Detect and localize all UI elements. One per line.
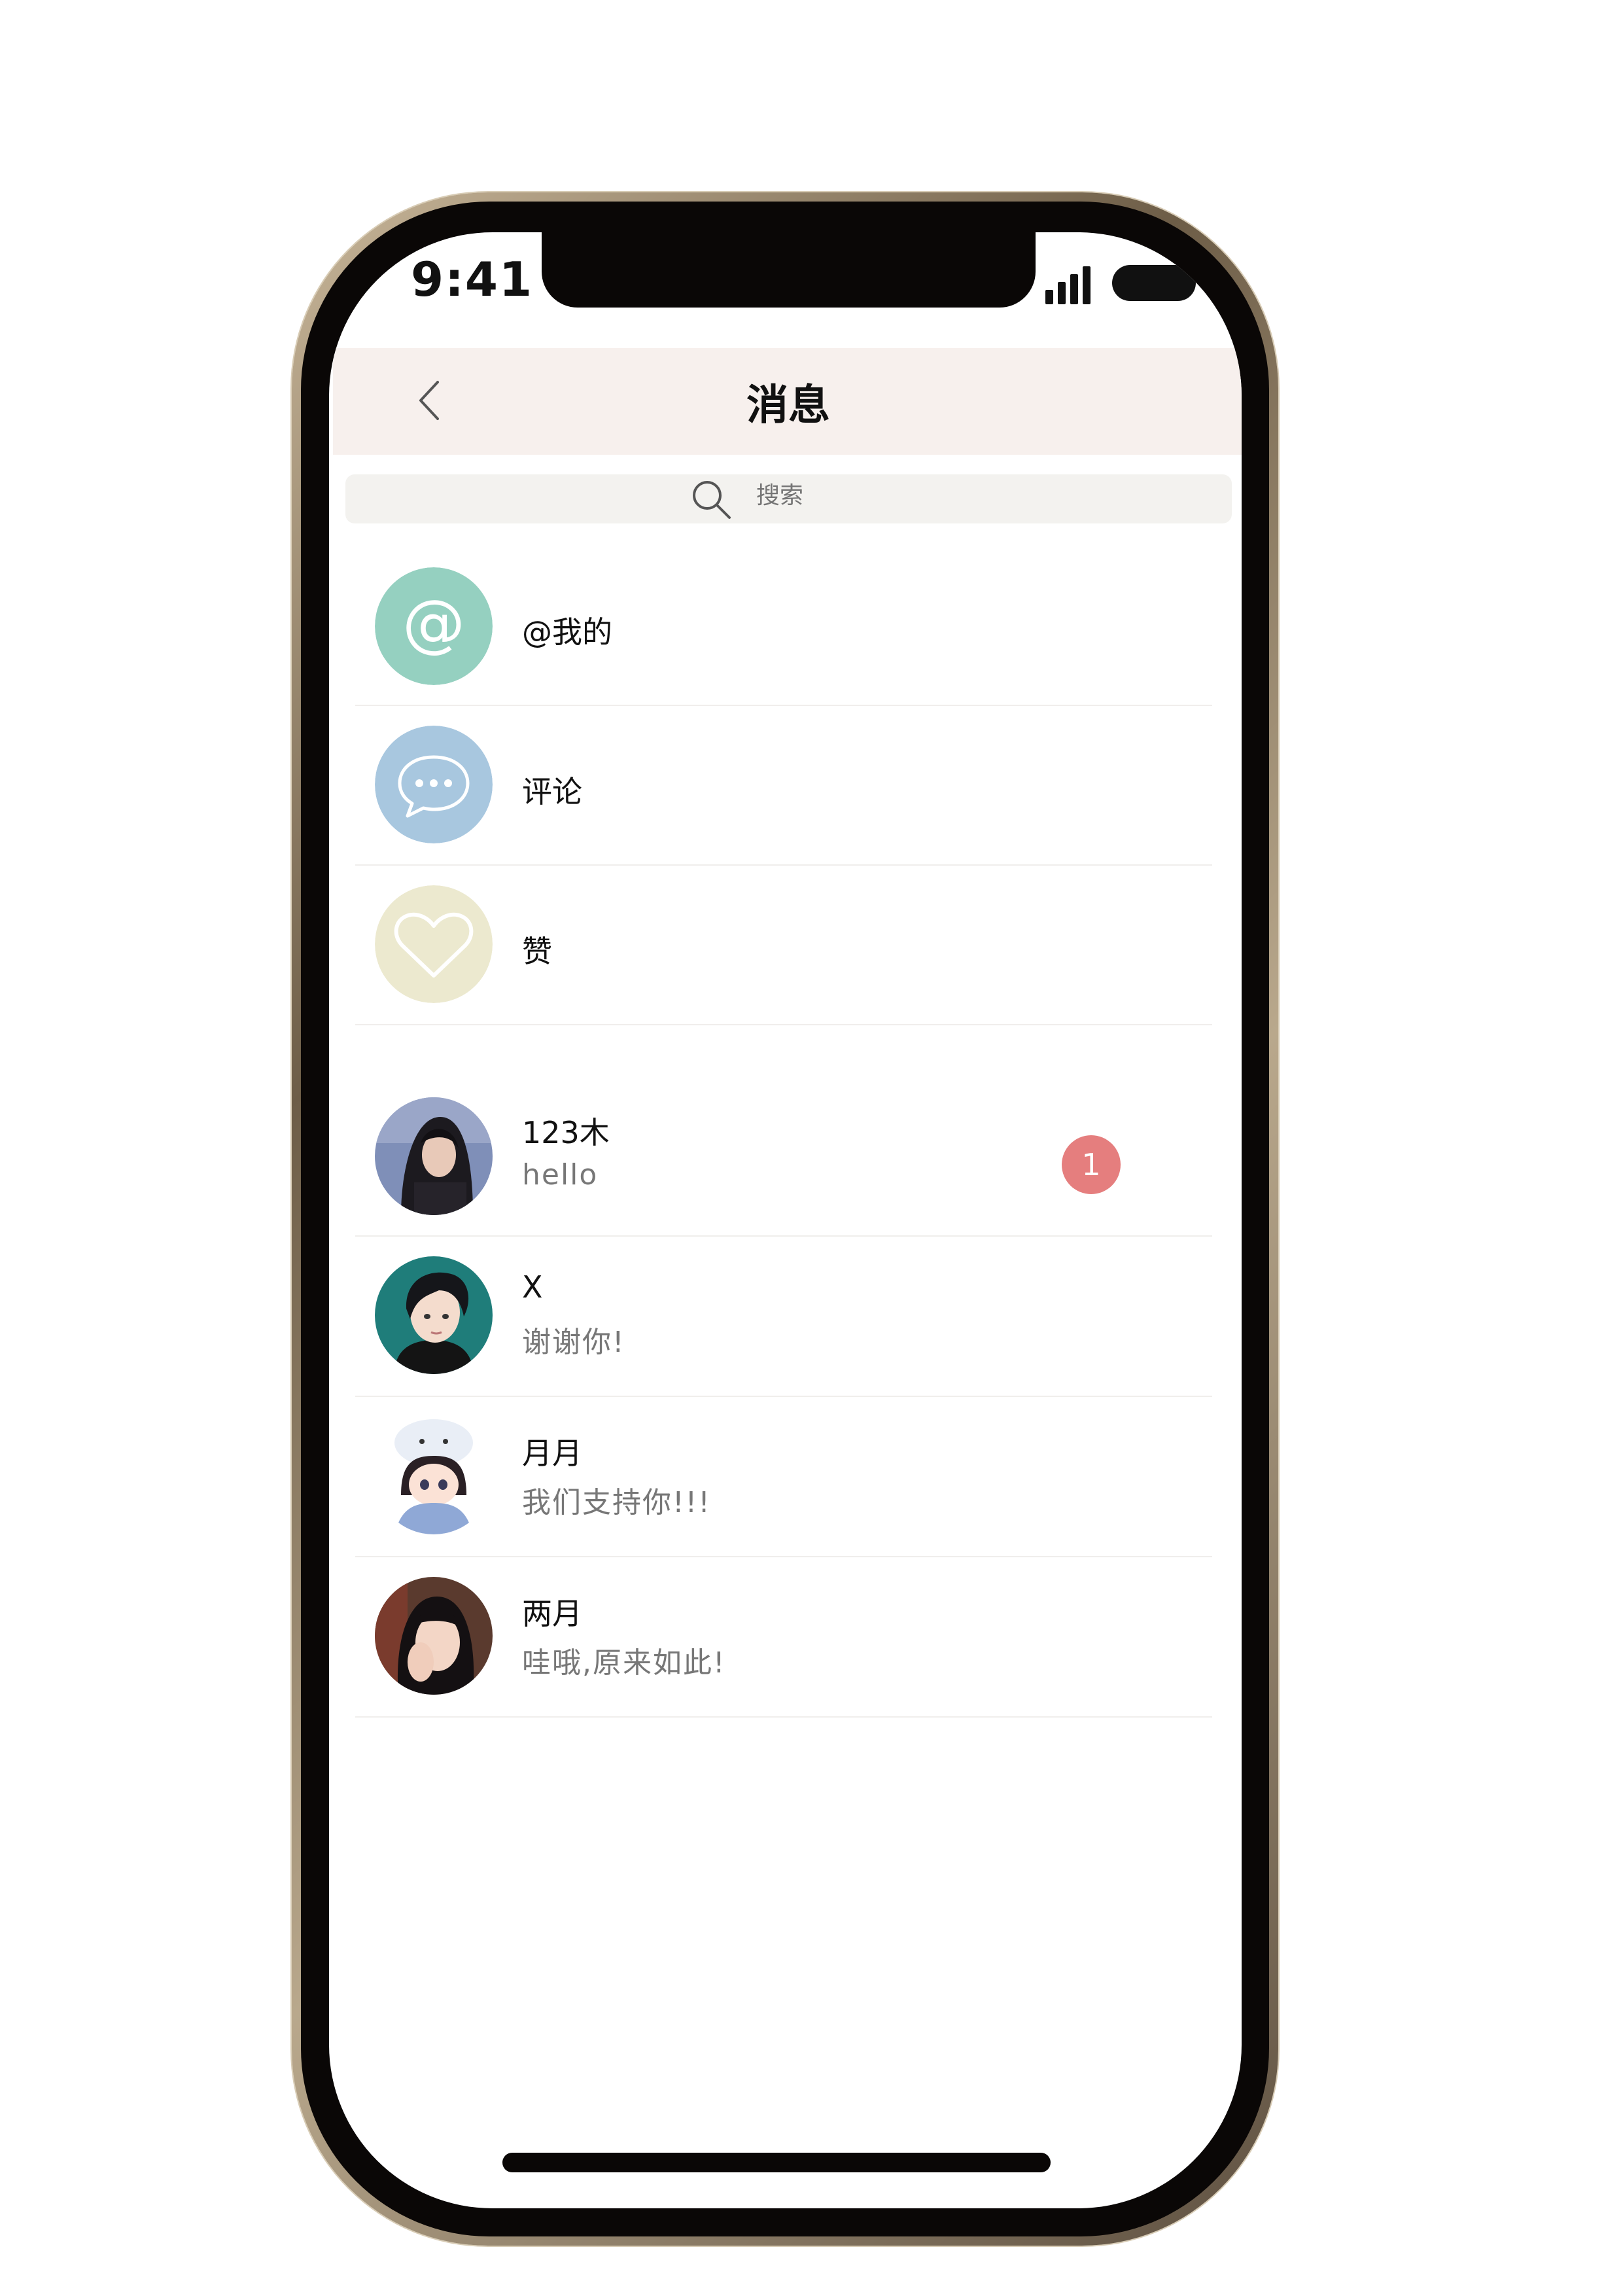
phone-screen: 9:41 消息 @ @我的 <box>329 232 1242 2208</box>
conversation-row[interactable]: 月月 我们支持你!!! <box>355 1397 1212 1557</box>
page-title: 消息 <box>746 381 830 430</box>
battery-icon <box>1112 265 1196 301</box>
avatar <box>375 1577 493 1695</box>
unread-badge: 1 <box>1062 1135 1121 1194</box>
last-message: 谢谢你! <box>522 1326 625 1359</box>
category-label: 赞 <box>522 934 552 969</box>
conversation-row[interactable]: X 谢谢你! <box>355 1237 1212 1397</box>
contact-name: 月月 <box>522 1436 582 1471</box>
contact-name: 两月 <box>522 1596 582 1631</box>
contact-name: 123木 <box>522 1115 610 1150</box>
category-row-comments[interactable]: 评论 <box>355 706 1212 866</box>
last-message: 我们支持你!!! <box>522 1486 711 1519</box>
home-indicator[interactable] <box>502 2153 1051 2172</box>
signal-icon <box>1045 265 1091 304</box>
status-time: 9:41 <box>411 252 534 307</box>
notch <box>542 232 1036 308</box>
category-row-at-me[interactable]: @ @我的 <box>355 553 1212 706</box>
search-bar[interactable] <box>345 474 1232 523</box>
category-label: @我的 <box>522 614 612 650</box>
avatar <box>375 1417 493 1534</box>
conversation-row[interactable]: 123木 hello 1 <box>355 1076 1212 1237</box>
at-icon: @ <box>375 567 493 685</box>
search-input[interactable] <box>756 482 887 509</box>
avatar <box>375 1097 493 1215</box>
last-message: hello <box>522 1158 599 1192</box>
nav-bar: 消息 <box>333 348 1242 455</box>
contact-name: X <box>522 1269 543 1305</box>
category-row-likes[interactable]: 赞 <box>355 866 1212 1025</box>
comment-bubble-icon <box>375 726 493 843</box>
last-message: 哇哦,原来如此! <box>522 1646 726 1680</box>
conversation-row[interactable]: 两月 哇哦,原来如此! <box>355 1557 1212 1718</box>
avatar <box>375 1256 493 1374</box>
category-label: 评论 <box>522 774 582 809</box>
heart-icon <box>375 885 493 1003</box>
search-icon <box>689 477 735 523</box>
svg-text:@: @ <box>402 586 465 660</box>
